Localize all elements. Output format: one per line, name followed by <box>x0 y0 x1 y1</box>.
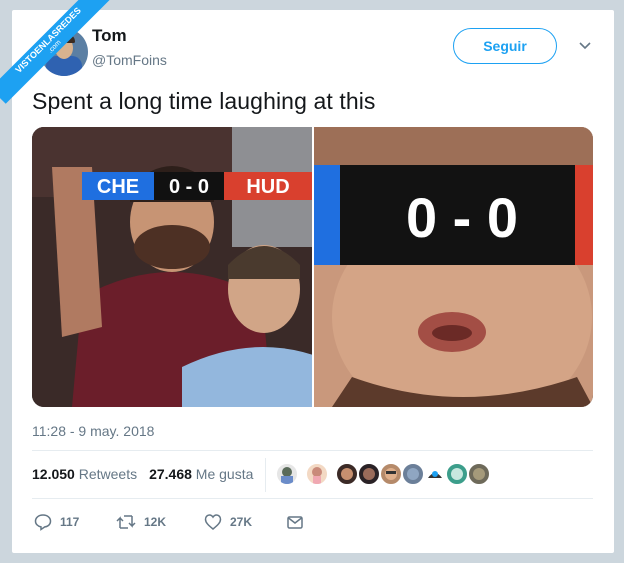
author-name[interactable]: Tom <box>92 26 127 46</box>
retweet-action-count: 12K <box>144 515 167 529</box>
author-handle[interactable]: @TomFoins <box>92 52 167 68</box>
liker-avatar[interactable] <box>357 462 381 486</box>
like-action-count: 27K <box>230 515 253 529</box>
liker-avatar[interactable] <box>305 462 329 486</box>
zoom-score: 0 - 0 <box>406 186 518 249</box>
media-image: CHE 0 - 0 HUD 0 - 0 <box>32 127 593 407</box>
tweet-stats: 12.050 Retweets 27.468 Me gusta <box>32 466 253 482</box>
reply-count: 117 <box>60 515 80 529</box>
liker-avatar[interactable] <box>423 462 447 486</box>
reply-icon <box>34 514 52 531</box>
heart-icon <box>204 514 222 530</box>
retweet-button[interactable]: 12K <box>116 512 166 532</box>
message-button[interactable] <box>286 512 312 532</box>
like-stat[interactable]: 27.468 Me gusta <box>149 466 253 482</box>
envelope-icon <box>287 516 303 529</box>
liker-avatar[interactable] <box>467 462 491 486</box>
liker-avatar[interactable] <box>401 462 425 486</box>
tweet-text: Spent a long time laughing at this <box>32 88 376 114</box>
like-label: Me gusta <box>195 466 254 482</box>
liker-avatar[interactable] <box>275 462 299 486</box>
retweet-icon <box>116 515 136 529</box>
liker-avatar[interactable] <box>379 462 403 486</box>
tweet-card: VISTOENLASREDES .com Tom @TomFoins Segui… <box>0 0 614 553</box>
tweet-timestamp[interactable]: 11:28 - 9 may. 2018 <box>32 423 154 439</box>
reply-button[interactable]: 117 <box>34 512 79 532</box>
retweet-label: Retweets <box>78 466 138 482</box>
retweet-count: 12.050 <box>32 466 75 482</box>
liker-avatar[interactable] <box>445 462 469 486</box>
scoreboard-home: CHE <box>97 176 139 198</box>
stats-separator <box>265 458 266 492</box>
liker-avatar[interactable] <box>335 462 359 486</box>
scoreboard-away: HUD <box>246 176 289 198</box>
follow-button[interactable]: Seguir <box>453 28 557 64</box>
divider <box>32 450 593 451</box>
like-count: 27.468 <box>149 466 192 482</box>
retweet-stat[interactable]: 12.050 Retweets <box>32 466 137 482</box>
scoreboard-score: 0 - 0 <box>169 176 209 198</box>
like-button[interactable]: 27K <box>204 512 252 532</box>
tweet-media[interactable]: CHE 0 - 0 HUD 0 - 0 <box>32 127 593 407</box>
divider <box>32 498 593 499</box>
chevron-down-icon[interactable] <box>578 38 592 52</box>
